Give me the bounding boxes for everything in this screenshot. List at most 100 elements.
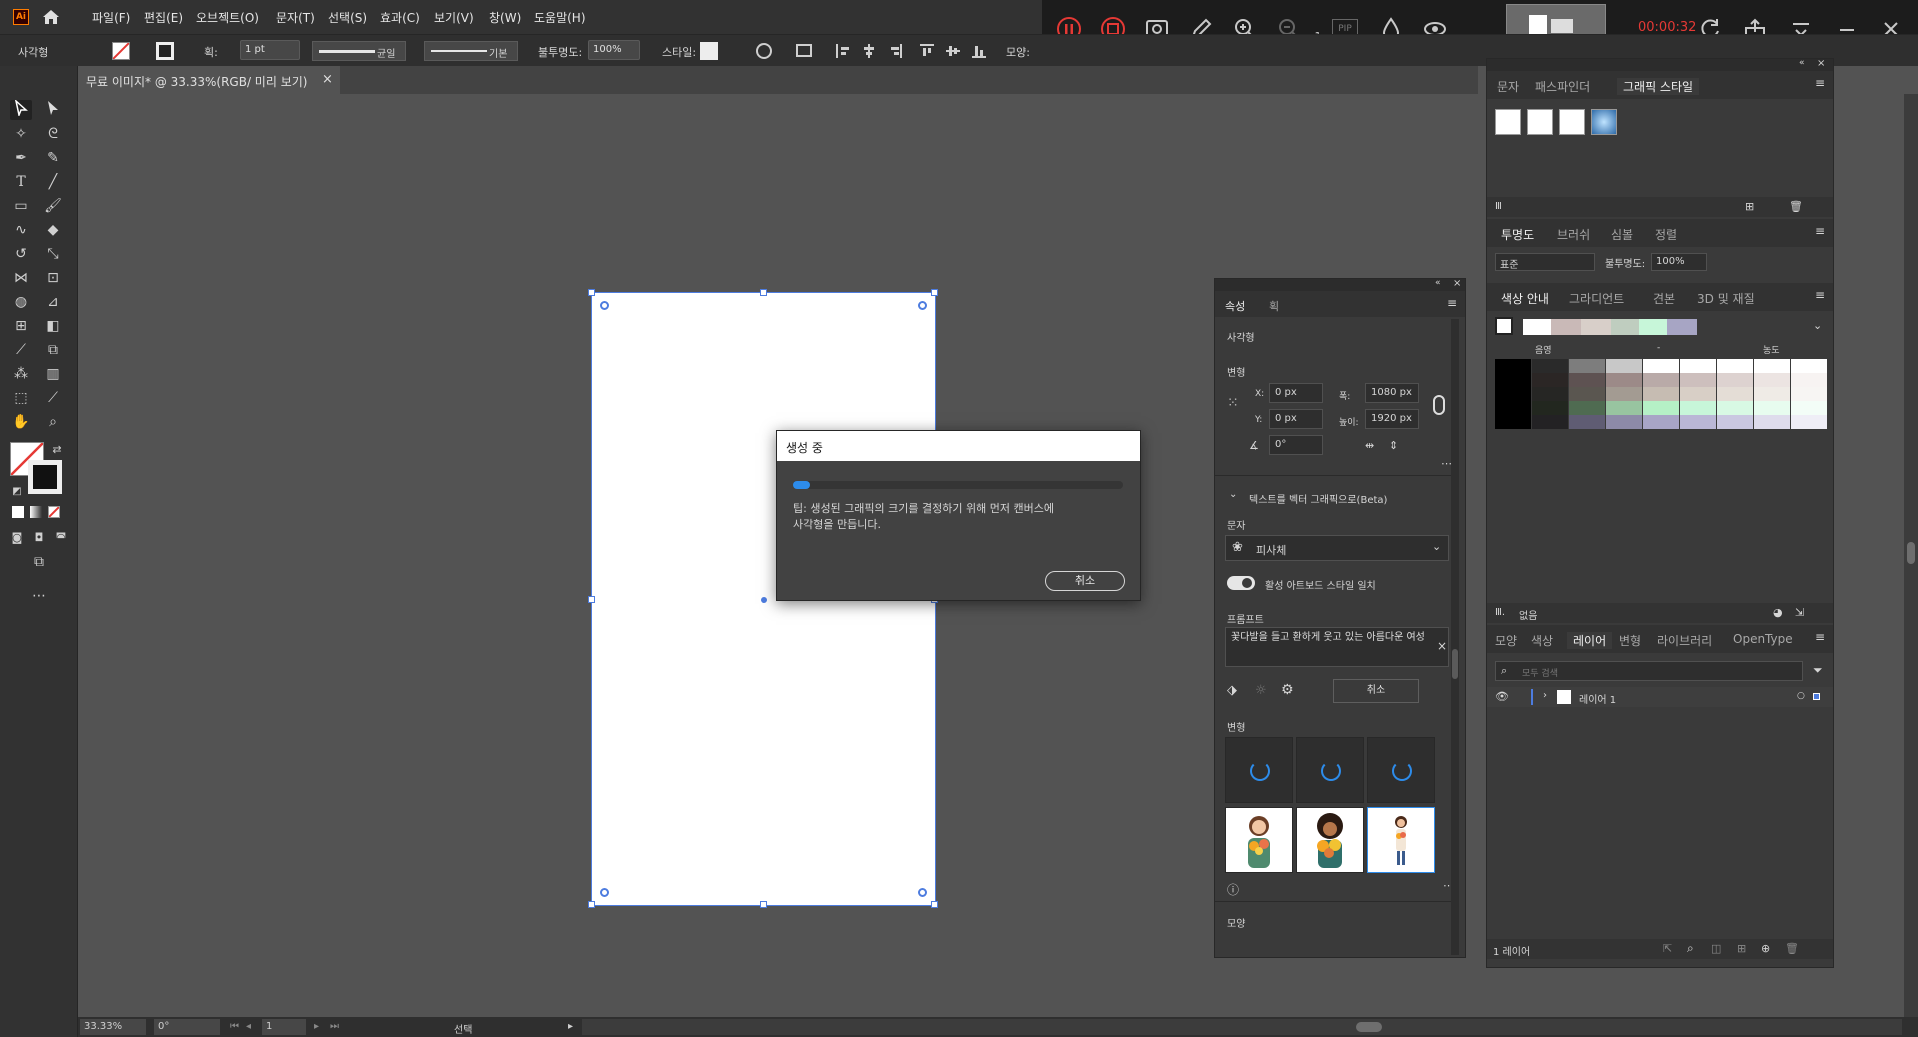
panel-menu-icon[interactable]: ≡: [1815, 224, 1825, 238]
color-guide-swatch[interactable]: [1569, 415, 1605, 429]
color-guide-swatch[interactable]: [1569, 373, 1605, 387]
menu-window[interactable]: 창(W): [489, 9, 521, 26]
color-guide-swatch[interactable]: [1680, 359, 1716, 373]
eyedropper-tool-icon[interactable]: ⟋: [10, 340, 32, 360]
align-center-icon[interactable]: [862, 44, 876, 58]
panel-menu-icon[interactable]: ≡: [1815, 630, 1825, 644]
home-icon[interactable]: [41, 7, 61, 27]
tab-libraries[interactable]: 라이브러리: [1657, 632, 1712, 649]
close-dock-icon[interactable]: ×: [1817, 58, 1825, 69]
tab-swatches[interactable]: 견본: [1653, 290, 1675, 307]
resize-handle[interactable]: [931, 289, 938, 296]
variation-thumbnail[interactable]: [1225, 807, 1293, 873]
color-guide-swatch[interactable]: [1791, 359, 1827, 373]
color-guide-swatch[interactable]: [1643, 359, 1679, 373]
blend-tool-icon[interactable]: ⧉: [42, 340, 64, 360]
zoom-field[interactable]: 33.33%: [80, 1019, 146, 1035]
resize-handle[interactable]: [588, 901, 595, 908]
shaper-tool-icon[interactable]: ∿: [10, 220, 32, 240]
collapse-panel-icon[interactable]: «: [1435, 278, 1441, 288]
prompt-input[interactable]: 꽃다발을 들고 환하게 웃고 있는 아름다운 여성: [1225, 627, 1449, 667]
tab-opentype[interactable]: OpenType: [1733, 632, 1793, 646]
perspective-grid-tool-icon[interactable]: ⊿: [42, 292, 64, 312]
color-guide-swatch[interactable]: [1643, 387, 1679, 401]
graph-tool-icon[interactable]: ▥: [42, 364, 64, 384]
artboard-number-field[interactable]: 1: [262, 1019, 306, 1035]
color-guide-swatch[interactable]: [1680, 415, 1716, 429]
color-guide-swatch[interactable]: [1680, 401, 1716, 415]
color-guide-swatch[interactable]: [1606, 359, 1642, 373]
filter-icon[interactable]: ⏷: [1813, 663, 1823, 678]
menu-view[interactable]: 보기(V): [434, 9, 474, 26]
corner-widget[interactable]: [600, 301, 609, 310]
blend-mode-dropdown[interactable]: 표준: [1495, 253, 1595, 271]
reference-point-icon[interactable]: ⁙: [1227, 395, 1245, 413]
layer-search-field[interactable]: ⌕ 모두 검색: [1495, 661, 1803, 681]
swatch-library-icon[interactable]: Ⅲ.: [1495, 607, 1505, 618]
color-guide-swatch[interactable]: [1532, 415, 1568, 429]
horizontal-scrollbar[interactable]: [582, 1019, 1902, 1035]
status-menu-icon[interactable]: ▸: [568, 1021, 573, 1032]
opacity-field[interactable]: 100%: [588, 40, 640, 60]
align-left-icon[interactable]: [836, 44, 850, 58]
match-style-toggle[interactable]: [1227, 576, 1255, 590]
color-guide-swatch[interactable]: [1606, 401, 1642, 415]
tab-3d-materials[interactable]: 3D 및 재질: [1697, 290, 1755, 307]
variation-thumbnail[interactable]: [1296, 807, 1364, 873]
panel-menu-icon[interactable]: ≡: [1815, 288, 1825, 302]
variation-thumbnail-selected[interactable]: [1367, 807, 1435, 873]
color-guide-swatch[interactable]: [1606, 373, 1642, 387]
resize-handle[interactable]: [931, 901, 938, 908]
rotate-tool-icon[interactable]: ↺: [10, 244, 32, 264]
menu-object[interactable]: 오브젝트(O): [196, 9, 259, 26]
flip-horizontal-icon[interactable]: ⇹: [1365, 439, 1374, 452]
color-guide-swatch[interactable]: [1643, 373, 1679, 387]
stroke-weight-field[interactable]: 1 pt: [240, 40, 300, 60]
scale-tool-icon[interactable]: ⤡: [42, 244, 64, 264]
line-tool-icon[interactable]: ╱: [42, 172, 64, 192]
vertical-scrollbar[interactable]: [1904, 94, 1918, 1017]
color-guide-swatch[interactable]: [1606, 415, 1642, 429]
color-guide-swatch[interactable]: [1532, 401, 1568, 415]
chevron-down-icon[interactable]: ⌄: [1813, 319, 1822, 332]
magic-wand-tool-icon[interactable]: ✧: [10, 124, 32, 144]
resize-handle[interactable]: [760, 901, 767, 908]
new-style-icon[interactable]: ⊞: [1745, 200, 1754, 213]
first-artboard-icon[interactable]: ⏮: [230, 1021, 239, 1032]
screen-mode-icon[interactable]: ⧉: [28, 552, 50, 572]
color-guide-swatch[interactable]: [1754, 373, 1790, 387]
tab-stroke[interactable]: 획: [1269, 298, 1279, 314]
tab-align[interactable]: 정렬: [1655, 226, 1677, 243]
color-guide-swatch[interactable]: [1717, 415, 1753, 429]
graphic-style-swatch[interactable]: [1527, 109, 1553, 135]
new-sublayer-icon[interactable]: ⊞: [1737, 942, 1746, 955]
color-guide-swatch[interactable]: [1532, 373, 1568, 387]
scroll-thumb[interactable]: [1356, 1022, 1382, 1032]
menu-effect[interactable]: 효과(C): [380, 9, 420, 26]
angle-field[interactable]: 0°: [1269, 435, 1323, 455]
color-guide-swatch[interactable]: [1495, 387, 1531, 401]
width-tool-icon[interactable]: ⋈: [10, 268, 32, 288]
panel-scrollbar[interactable]: [1451, 319, 1459, 955]
rotate-view-field[interactable]: 0°: [154, 1019, 220, 1035]
color-mode-icon[interactable]: [12, 506, 24, 518]
lasso-tool-icon[interactable]: ᘓ: [42, 124, 64, 144]
tab-brushes[interactable]: 브러쉬: [1557, 226, 1590, 243]
color-guide-swatch[interactable]: [1569, 401, 1605, 415]
collapse-dock-icon[interactable]: «: [1799, 58, 1805, 68]
flip-vertical-icon[interactable]: ⇕: [1389, 439, 1398, 452]
align-top-icon[interactable]: [920, 44, 934, 58]
eraser-tool-icon[interactable]: ◆: [42, 220, 64, 240]
color-guide-grid[interactable]: [1495, 359, 1829, 429]
rectangle-tool-icon[interactable]: ▭: [10, 196, 32, 216]
tab-properties[interactable]: 속성: [1225, 298, 1245, 314]
artboard-tool-icon[interactable]: ⬚: [10, 388, 32, 408]
free-transform-tool-icon[interactable]: ⊡: [42, 268, 64, 288]
gradient-mode-icon[interactable]: [30, 506, 42, 518]
color-guide-swatch[interactable]: [1532, 387, 1568, 401]
document-tab[interactable]: 무료 이미지* @ 33.33%(RGB/ 미리 보기) ×: [78, 66, 340, 94]
save-to-swatches-icon[interactable]: ⇲: [1795, 606, 1804, 619]
fill-swatch[interactable]: [112, 42, 130, 60]
document-tab-close-icon[interactable]: ×: [322, 72, 333, 87]
panel-menu-icon[interactable]: ≡: [1447, 296, 1457, 310]
